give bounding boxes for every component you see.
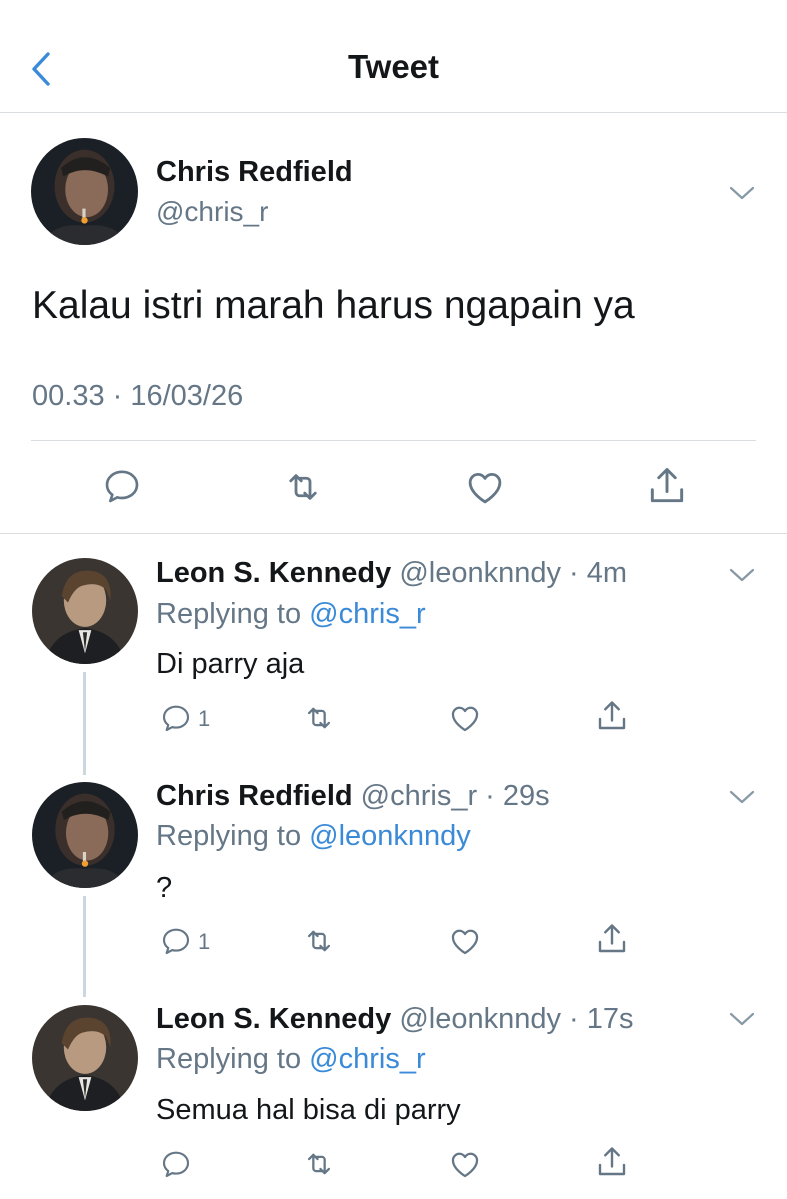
author-avatar[interactable] <box>31 138 138 245</box>
heart-icon <box>448 701 482 735</box>
reply-options-button[interactable] <box>728 788 756 806</box>
reply-author-name[interactable]: Chris Redfield <box>156 780 353 812</box>
share-button[interactable] <box>594 921 630 957</box>
reply-dot: · <box>560 1003 587 1035</box>
share-icon <box>594 921 630 957</box>
like-button[interactable] <box>464 466 506 508</box>
reply-button[interactable] <box>160 925 192 957</box>
reply-icon <box>160 1148 192 1180</box>
page-title: Tweet <box>347 48 440 85</box>
reply-options-button[interactable] <box>728 566 756 584</box>
replying-to-label: Replying to <box>156 820 302 852</box>
retweet-button[interactable] <box>282 466 324 508</box>
reply-author-handle[interactable]: @leonknndy <box>399 1003 561 1035</box>
reply-dot: · <box>477 780 503 812</box>
reply-button[interactable] <box>160 1148 192 1180</box>
chevron-down-icon <box>728 788 756 806</box>
reply-count: 1 <box>198 929 211 954</box>
retweet-icon <box>302 701 336 735</box>
reply-author-name[interactable]: Leon S. Kennedy <box>156 1003 391 1035</box>
reply-author-handle[interactable]: @chris_r <box>361 780 477 812</box>
replying-to-line: Replying to @chris_r <box>156 1043 426 1076</box>
retweet-button[interactable] <box>302 1147 336 1181</box>
replying-to-line: Replying to @leonknndy <box>156 820 471 853</box>
reply-text: Semua hal bisa di parry <box>156 1094 461 1126</box>
reply-icon <box>102 466 142 506</box>
reply-header: Leon S. Kennedy @leonknndy · 17s <box>156 1003 634 1036</box>
retweet-icon <box>302 924 336 958</box>
like-button[interactable] <box>448 1147 482 1181</box>
replying-to-label: Replying to <box>156 598 302 630</box>
like-button[interactable] <box>448 924 482 958</box>
reply-author-handle[interactable]: @leonknndy <box>399 557 561 589</box>
reply-text: Di parry aja <box>156 648 305 680</box>
author-handle[interactable]: @chris_r <box>156 196 268 228</box>
thread-connector <box>83 672 86 775</box>
tweet-options-button[interactable] <box>728 184 756 202</box>
heart-icon <box>448 1147 482 1181</box>
retweet-icon <box>302 1147 336 1181</box>
reply-button[interactable] <box>160 702 192 734</box>
reply-text: ? <box>156 872 173 904</box>
reply-avatar[interactable] <box>32 782 138 888</box>
reply-options-button[interactable] <box>728 1010 756 1028</box>
divider <box>0 533 787 534</box>
retweet-button[interactable] <box>302 701 336 735</box>
tweet-timestamp: 00.33 · 16/03/26 <box>32 380 244 412</box>
top-nav-bar: Tweet <box>0 0 787 113</box>
replying-to-label: Replying to <box>156 1043 302 1075</box>
heart-icon <box>464 466 506 508</box>
thread-connector <box>83 896 86 997</box>
share-button[interactable] <box>594 698 630 734</box>
author-name[interactable]: Chris Redfield <box>156 156 353 189</box>
share-button[interactable] <box>645 464 689 508</box>
reply-time: 29s <box>502 780 550 812</box>
reply-button[interactable] <box>102 466 142 506</box>
reply-dot: · <box>560 557 587 589</box>
mention-link[interactable]: @chris_r <box>309 598 425 630</box>
reply-icon <box>160 702 192 734</box>
mention-link[interactable]: @leonknndy <box>309 820 471 852</box>
reply-header: Chris Redfield @chris_r · 29s <box>156 780 550 813</box>
share-button[interactable] <box>594 1144 630 1180</box>
share-icon <box>594 1144 630 1180</box>
reply-icon <box>160 925 192 957</box>
reply-header: Leon S. Kennedy @leonknndy · 4m <box>156 557 627 590</box>
reply-avatar[interactable] <box>32 558 138 664</box>
retweet-icon <box>282 466 324 508</box>
like-button[interactable] <box>448 701 482 735</box>
chevron-down-icon <box>728 566 756 584</box>
divider <box>31 440 756 441</box>
reply-count: 1 <box>198 706 211 731</box>
tweet-text: Kalau istri marah harus ngapain ya <box>32 284 635 327</box>
retweet-button[interactable] <box>302 924 336 958</box>
reply-time: 17s <box>586 1003 634 1035</box>
share-icon <box>645 464 689 508</box>
chevron-down-icon <box>728 184 756 202</box>
mention-link[interactable]: @chris_r <box>309 1043 425 1075</box>
chevron-down-icon <box>728 1010 756 1028</box>
replying-to-line: Replying to @chris_r <box>156 598 426 631</box>
share-icon <box>594 698 630 734</box>
reply-time: 4m <box>586 557 628 589</box>
reply-author-name[interactable]: Leon S. Kennedy <box>156 557 391 589</box>
heart-icon <box>448 924 482 958</box>
reply-avatar[interactable] <box>32 1005 138 1111</box>
